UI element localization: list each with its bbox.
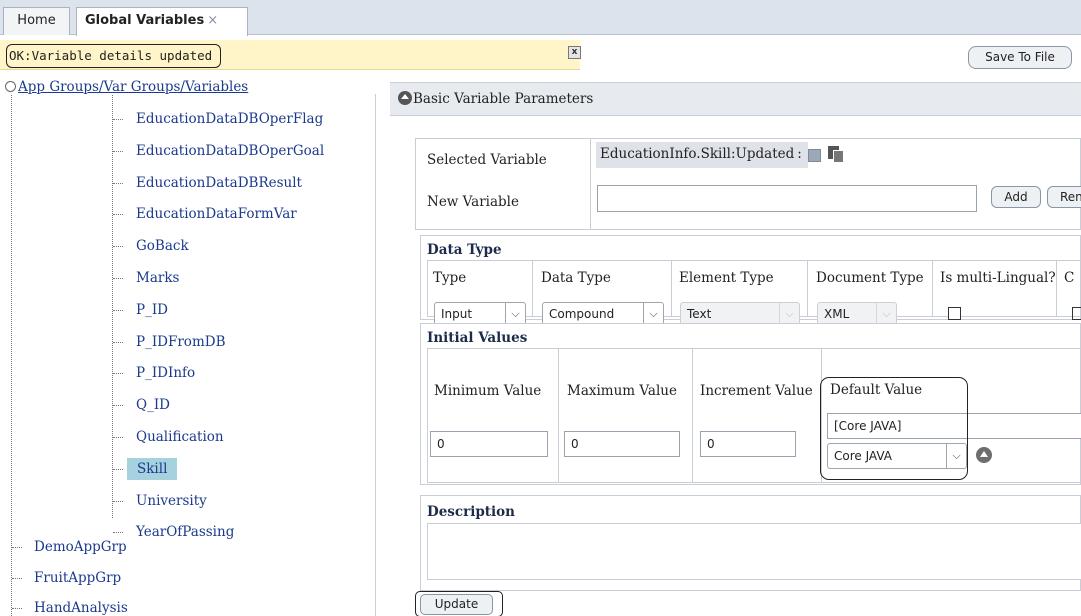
element-type-select-chevron-icon: ⌵ <box>779 303 799 325</box>
tree-connector <box>113 278 123 279</box>
variable-panel-divider <box>590 139 591 229</box>
data-type-header: Data Type <box>427 242 502 258</box>
tree-app-group[interactable]: FruitAppGrp <box>34 567 121 589</box>
selected-variable-sep: : <box>797 146 802 162</box>
update-highlight <box>415 591 503 616</box>
tree-node[interactable]: Q_ID <box>136 394 170 416</box>
initial-values-header: Initial Values <box>427 330 528 346</box>
document-type-label: Document Type <box>816 270 924 286</box>
new-variable-input[interactable] <box>597 185 977 212</box>
element-type-label: Element Type <box>679 270 774 286</box>
data-type-label: Data Type <box>541 270 611 286</box>
edit-icon[interactable] <box>808 149 821 162</box>
tree-connector <box>12 577 22 579</box>
default-value-collapse-icon[interactable] <box>976 447 992 463</box>
tab-home-label: Home <box>17 13 56 28</box>
tree-node[interactable]: EducationDataDBOperGoal <box>136 140 324 162</box>
data-type-select-chevron-icon: ⌵ <box>643 303 663 325</box>
collapse-icon[interactable] <box>398 91 412 105</box>
data-type-select-value: Compound <box>549 307 615 321</box>
type-label: Type <box>433 270 467 286</box>
tree-connector <box>113 151 123 152</box>
inc-value-label: Increment Value <box>700 383 813 399</box>
extra-checkbox[interactable] <box>1072 307 1081 320</box>
extra-label: C <box>1064 270 1075 286</box>
tree-node[interactable]: EducationDataFormVar <box>136 203 297 225</box>
tree-node[interactable]: GoBack <box>136 235 189 257</box>
copy-icon[interactable] <box>828 146 846 164</box>
tab-global-variables-label: Global Variables <box>85 13 205 28</box>
selected-variable-value-box: EducationInfo.Skill:Updated: <box>596 142 808 168</box>
tree-connector <box>12 608 22 609</box>
rename-button[interactable]: Ren <box>1047 186 1081 208</box>
min-value-label: Minimum Value <box>434 383 542 399</box>
new-variable-label: New Variable <box>427 194 519 210</box>
tree-connector <box>113 246 123 247</box>
tree-connector <box>12 547 22 548</box>
tree-connector <box>113 342 123 343</box>
tree-connector <box>113 373 123 374</box>
tree-root-label: App Groups/Var Groups/Variables <box>18 79 249 95</box>
description-textarea[interactable] <box>427 523 1081 580</box>
tab-home[interactable]: Home <box>3 7 70 35</box>
tree-node[interactable]: Qualification <box>136 426 224 448</box>
document-type-select-chevron-icon: ⌵ <box>876 303 896 325</box>
tab-global-variables[interactable]: Global Variables × <box>76 7 248 36</box>
max-value-label: Maximum Value <box>567 383 677 399</box>
max-value-input[interactable] <box>564 431 680 457</box>
type-select-chevron-icon: ⌵ <box>505 303 525 325</box>
tab-close-icon[interactable]: × <box>207 13 218 28</box>
close-status-icon[interactable]: x <box>568 46 581 59</box>
tree-connector <box>113 501 123 502</box>
element-type-select-value: Text <box>687 307 712 321</box>
tree-root[interactable]: App Groups/Var Groups/Variables <box>5 79 248 95</box>
add-button[interactable]: Add <box>991 186 1041 208</box>
tree-node[interactable]: P_IDFromDB <box>136 331 225 353</box>
save-to-file-button[interactable]: Save To File <box>968 46 1072 69</box>
tree-app-group[interactable]: HandAnalysis <box>34 597 128 616</box>
tree-connector <box>113 469 123 470</box>
multilingual-label: Is multi-Lingual? <box>940 270 1056 286</box>
document-type-select-value: XML <box>824 307 850 321</box>
inc-value-input[interactable] <box>700 431 796 457</box>
tree-node[interactable]: EducationDataDBOperFlag <box>136 108 323 130</box>
tree-app-group[interactable]: DemoAppGrp <box>34 536 127 558</box>
basic-params-title: Basic Variable Parameters <box>413 91 594 107</box>
inc-value-cell <box>692 348 822 483</box>
tree-node[interactable]: Marks <box>136 267 179 289</box>
tree-node[interactable]: P_IDInfo <box>136 362 195 384</box>
tree-connector <box>113 214 123 215</box>
status-message: OK:Variable details updated <box>6 44 222 68</box>
tree-guide-inner <box>112 95 113 518</box>
tree-guide-outer <box>11 95 12 616</box>
tree-connector <box>113 437 123 438</box>
tree-root-icon <box>5 81 16 92</box>
type-select-value: Input <box>441 307 473 321</box>
tree-connector <box>113 532 123 533</box>
selected-variable-value: EducationInfo.Skill:Updated <box>600 146 795 162</box>
tree-node[interactable]: Skill <box>127 458 178 480</box>
tree-connector <box>113 183 123 184</box>
basic-params-header[interactable]: Basic Variable Parameters <box>390 82 1081 116</box>
min-value-input[interactable] <box>430 431 548 457</box>
pane-divider <box>375 94 376 616</box>
tree-node[interactable]: University <box>136 490 207 512</box>
default-value-highlight <box>820 377 968 480</box>
tree-node[interactable]: YearOfPassing <box>136 521 234 543</box>
multilingual-checkbox[interactable] <box>948 307 961 320</box>
tree-connector <box>113 310 123 311</box>
tree-connector <box>113 405 123 406</box>
tree-connector <box>113 119 123 120</box>
max-value-cell <box>558 348 693 483</box>
min-value-cell <box>427 348 559 483</box>
tree-node[interactable]: EducationDataDBResult <box>136 172 302 194</box>
tree-node[interactable]: P_ID <box>136 299 168 321</box>
selected-variable-label: Selected Variable <box>427 152 547 168</box>
description-header: Description <box>427 504 515 520</box>
